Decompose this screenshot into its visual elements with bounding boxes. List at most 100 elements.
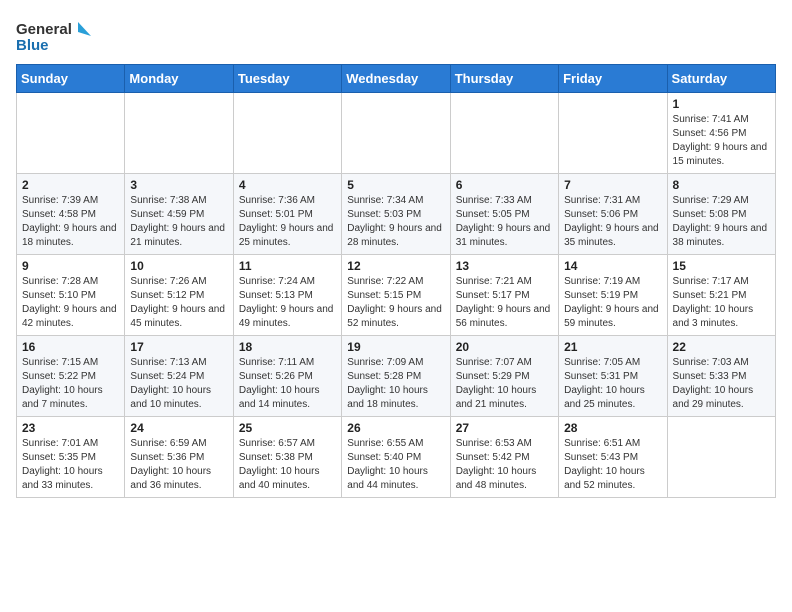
day-info: Sunrise: 7:22 AM Sunset: 5:15 PM Dayligh… <box>347 275 444 331</box>
calendar-cell: 22Sunrise: 7:03 AM Sunset: 5:33 PM Dayli… <box>667 336 775 417</box>
day-info: Sunrise: 6:53 AM Sunset: 5:42 PM Dayligh… <box>456 437 553 493</box>
day-number: 5 <box>347 178 444 192</box>
day-number: 21 <box>564 340 661 354</box>
day-info: Sunrise: 7:28 AM Sunset: 5:10 PM Dayligh… <box>22 275 119 331</box>
day-info: Sunrise: 7:15 AM Sunset: 5:22 PM Dayligh… <box>22 356 119 412</box>
calendar-cell: 20 Sunrise: 7:07 AM Sunset: 5:29 PM Dayli… <box>450 336 558 417</box>
calendar-cell: 10 Sunrise: 7:26 AM Sunset: 5:12 PM Dayli… <box>125 255 233 336</box>
day-info: Sunrise: 7:17 AM Sunset: 5:21 PM Dayligh… <box>673 275 770 331</box>
calendar-cell <box>342 93 450 174</box>
calendar-cell: 2 Sunrise: 7:39 AM Sunset: 4:58 PM Daylig… <box>17 174 125 255</box>
day-number: 12 <box>347 259 444 273</box>
logo-svg: GeneralBlue <box>16 16 96 56</box>
calendar-cell: 1 Sunrise: 7:41 AM Sunset: 4:56 PM Daylig… <box>667 93 775 174</box>
calendar-cell: 19 Sunrise: 7:09 AM Sunset: 5:28 PM Dayli… <box>342 336 450 417</box>
day-header-saturday: Saturday <box>667 65 775 93</box>
calendar-cell: 21 Sunrise: 7:05 AM Sunset: 5:31 PM Dayli… <box>559 336 667 417</box>
calendar-cell: 25 Sunrise: 6:57 AM Sunset: 5:38 PM Dayli… <box>233 417 341 498</box>
day-number: 3 <box>130 178 227 192</box>
calendar-cell: 13 Sunrise: 7:21 AM Sunset: 5:17 PM Dayli… <box>450 255 558 336</box>
day-number: 28 <box>564 421 661 435</box>
day-number: 20 <box>456 340 553 354</box>
week-row-1: 1 Sunrise: 7:41 AM Sunset: 4:56 PM Daylig… <box>17 93 776 174</box>
day-info: Sunrise: 6:59 AM Sunset: 5:36 PM Dayligh… <box>130 437 227 493</box>
week-row-5: 23 Sunrise: 7:01 AM Sunset: 5:35 PM Dayli… <box>17 417 776 498</box>
day-info: Sunrise: 7:34 AM Sunset: 5:03 PM Dayligh… <box>347 194 444 250</box>
day-number: 25 <box>239 421 336 435</box>
day-info: Sunrise: 7:09 AM Sunset: 5:28 PM Dayligh… <box>347 356 444 412</box>
day-info: Sunrise: 7:13 AM Sunset: 5:24 PM Dayligh… <box>130 356 227 412</box>
calendar-cell: 17 Sunrise: 7:13 AM Sunset: 5:24 PM Dayli… <box>125 336 233 417</box>
calendar-cell: 15 Sunrise: 7:17 AM Sunset: 5:21 PM Dayli… <box>667 255 775 336</box>
day-number: 13 <box>456 259 553 273</box>
day-header-tuesday: Tuesday <box>233 65 341 93</box>
day-info: Sunrise: 7:21 AM Sunset: 5:17 PM Dayligh… <box>456 275 553 331</box>
calendar-cell: 8 Sunrise: 7:29 AM Sunset: 5:08 PM Daylig… <box>667 174 775 255</box>
day-info: Sunrise: 7:01 AM Sunset: 5:35 PM Dayligh… <box>22 437 119 493</box>
calendar-cell <box>559 93 667 174</box>
day-info: Sunrise: 6:57 AM Sunset: 5:38 PM Dayligh… <box>239 437 336 493</box>
day-info: Sunrise: 7:36 AM Sunset: 5:01 PM Dayligh… <box>239 194 336 250</box>
calendar-cell <box>125 93 233 174</box>
day-number: 6 <box>456 178 553 192</box>
calendar-header-row: SundayMondayTuesdayWednesdayThursdayFrid… <box>17 65 776 93</box>
calendar-cell: 12 Sunrise: 7:22 AM Sunset: 5:15 PM Dayli… <box>342 255 450 336</box>
day-header-wednesday: Wednesday <box>342 65 450 93</box>
day-info: Sunrise: 7:26 AM Sunset: 5:12 PM Dayligh… <box>130 275 227 331</box>
day-info: Sunrise: 7:11 AM Sunset: 5:26 PM Dayligh… <box>239 356 336 412</box>
day-number: 26 <box>347 421 444 435</box>
day-info: Sunrise: 7:31 AM Sunset: 5:06 PM Dayligh… <box>564 194 661 250</box>
day-info: Sunrise: 7:39 AM Sunset: 4:58 PM Dayligh… <box>22 194 119 250</box>
calendar-cell: 27 Sunrise: 6:53 AM Sunset: 5:42 PM Dayli… <box>450 417 558 498</box>
calendar-cell: 24Sunrise: 6:59 AM Sunset: 5:36 PM Dayli… <box>125 417 233 498</box>
day-number: 11 <box>239 259 336 273</box>
day-header-friday: Friday <box>559 65 667 93</box>
calendar-cell: 5 Sunrise: 7:34 AM Sunset: 5:03 PM Daylig… <box>342 174 450 255</box>
day-info: Sunrise: 7:33 AM Sunset: 5:05 PM Dayligh… <box>456 194 553 250</box>
calendar-cell: 14Sunrise: 7:19 AM Sunset: 5:19 PM Dayli… <box>559 255 667 336</box>
day-number: 27 <box>456 421 553 435</box>
calendar-cell: 7 Sunrise: 7:31 AM Sunset: 5:06 PM Daylig… <box>559 174 667 255</box>
day-number: 1 <box>673 97 770 111</box>
day-number: 8 <box>673 178 770 192</box>
day-info: Sunrise: 7:41 AM Sunset: 4:56 PM Dayligh… <box>673 113 770 169</box>
day-number: 23 <box>22 421 119 435</box>
day-info: Sunrise: 7:05 AM Sunset: 5:31 PM Dayligh… <box>564 356 661 412</box>
day-number: 7 <box>564 178 661 192</box>
calendar-cell: 16 Sunrise: 7:15 AM Sunset: 5:22 PM Dayli… <box>17 336 125 417</box>
calendar-cell <box>450 93 558 174</box>
day-number: 19 <box>347 340 444 354</box>
calendar-cell: 4 Sunrise: 7:36 AM Sunset: 5:01 PM Daylig… <box>233 174 341 255</box>
day-number: 4 <box>239 178 336 192</box>
week-row-3: 9 Sunrise: 7:28 AM Sunset: 5:10 PM Daylig… <box>17 255 776 336</box>
day-info: Sunrise: 7:07 AM Sunset: 5:29 PM Dayligh… <box>456 356 553 412</box>
week-row-4: 16 Sunrise: 7:15 AM Sunset: 5:22 PM Dayli… <box>17 336 776 417</box>
calendar-cell: 28 Sunrise: 6:51 AM Sunset: 5:43 PM Dayli… <box>559 417 667 498</box>
day-number: 2 <box>22 178 119 192</box>
day-number: 17 <box>130 340 227 354</box>
day-header-sunday: Sunday <box>17 65 125 93</box>
day-info: Sunrise: 7:29 AM Sunset: 5:08 PM Dayligh… <box>673 194 770 250</box>
calendar-cell: 11 Sunrise: 7:24 AM Sunset: 5:13 PM Dayli… <box>233 255 341 336</box>
calendar-cell <box>233 93 341 174</box>
calendar-cell: 3 Sunrise: 7:38 AM Sunset: 4:59 PM Daylig… <box>125 174 233 255</box>
day-number: 10 <box>130 259 227 273</box>
calendar-cell: 6 Sunrise: 7:33 AM Sunset: 5:05 PM Daylig… <box>450 174 558 255</box>
day-number: 16 <box>22 340 119 354</box>
day-info: Sunrise: 6:51 AM Sunset: 5:43 PM Dayligh… <box>564 437 661 493</box>
week-row-2: 2 Sunrise: 7:39 AM Sunset: 4:58 PM Daylig… <box>17 174 776 255</box>
header: GeneralBlue <box>16 16 776 56</box>
day-number: 14 <box>564 259 661 273</box>
calendar-cell: 18Sunrise: 7:11 AM Sunset: 5:26 PM Dayli… <box>233 336 341 417</box>
logo: GeneralBlue <box>16 16 96 56</box>
day-info: Sunrise: 7:24 AM Sunset: 5:13 PM Dayligh… <box>239 275 336 331</box>
calendar-cell: 9 Sunrise: 7:28 AM Sunset: 5:10 PM Daylig… <box>17 255 125 336</box>
calendar-cell <box>17 93 125 174</box>
day-info: Sunrise: 7:03 AM Sunset: 5:33 PM Dayligh… <box>673 356 770 412</box>
day-info: Sunrise: 7:38 AM Sunset: 4:59 PM Dayligh… <box>130 194 227 250</box>
day-number: 15 <box>673 259 770 273</box>
calendar-cell <box>667 417 775 498</box>
day-number: 9 <box>22 259 119 273</box>
day-header-monday: Monday <box>125 65 233 93</box>
svg-text:General: General <box>16 21 72 38</box>
